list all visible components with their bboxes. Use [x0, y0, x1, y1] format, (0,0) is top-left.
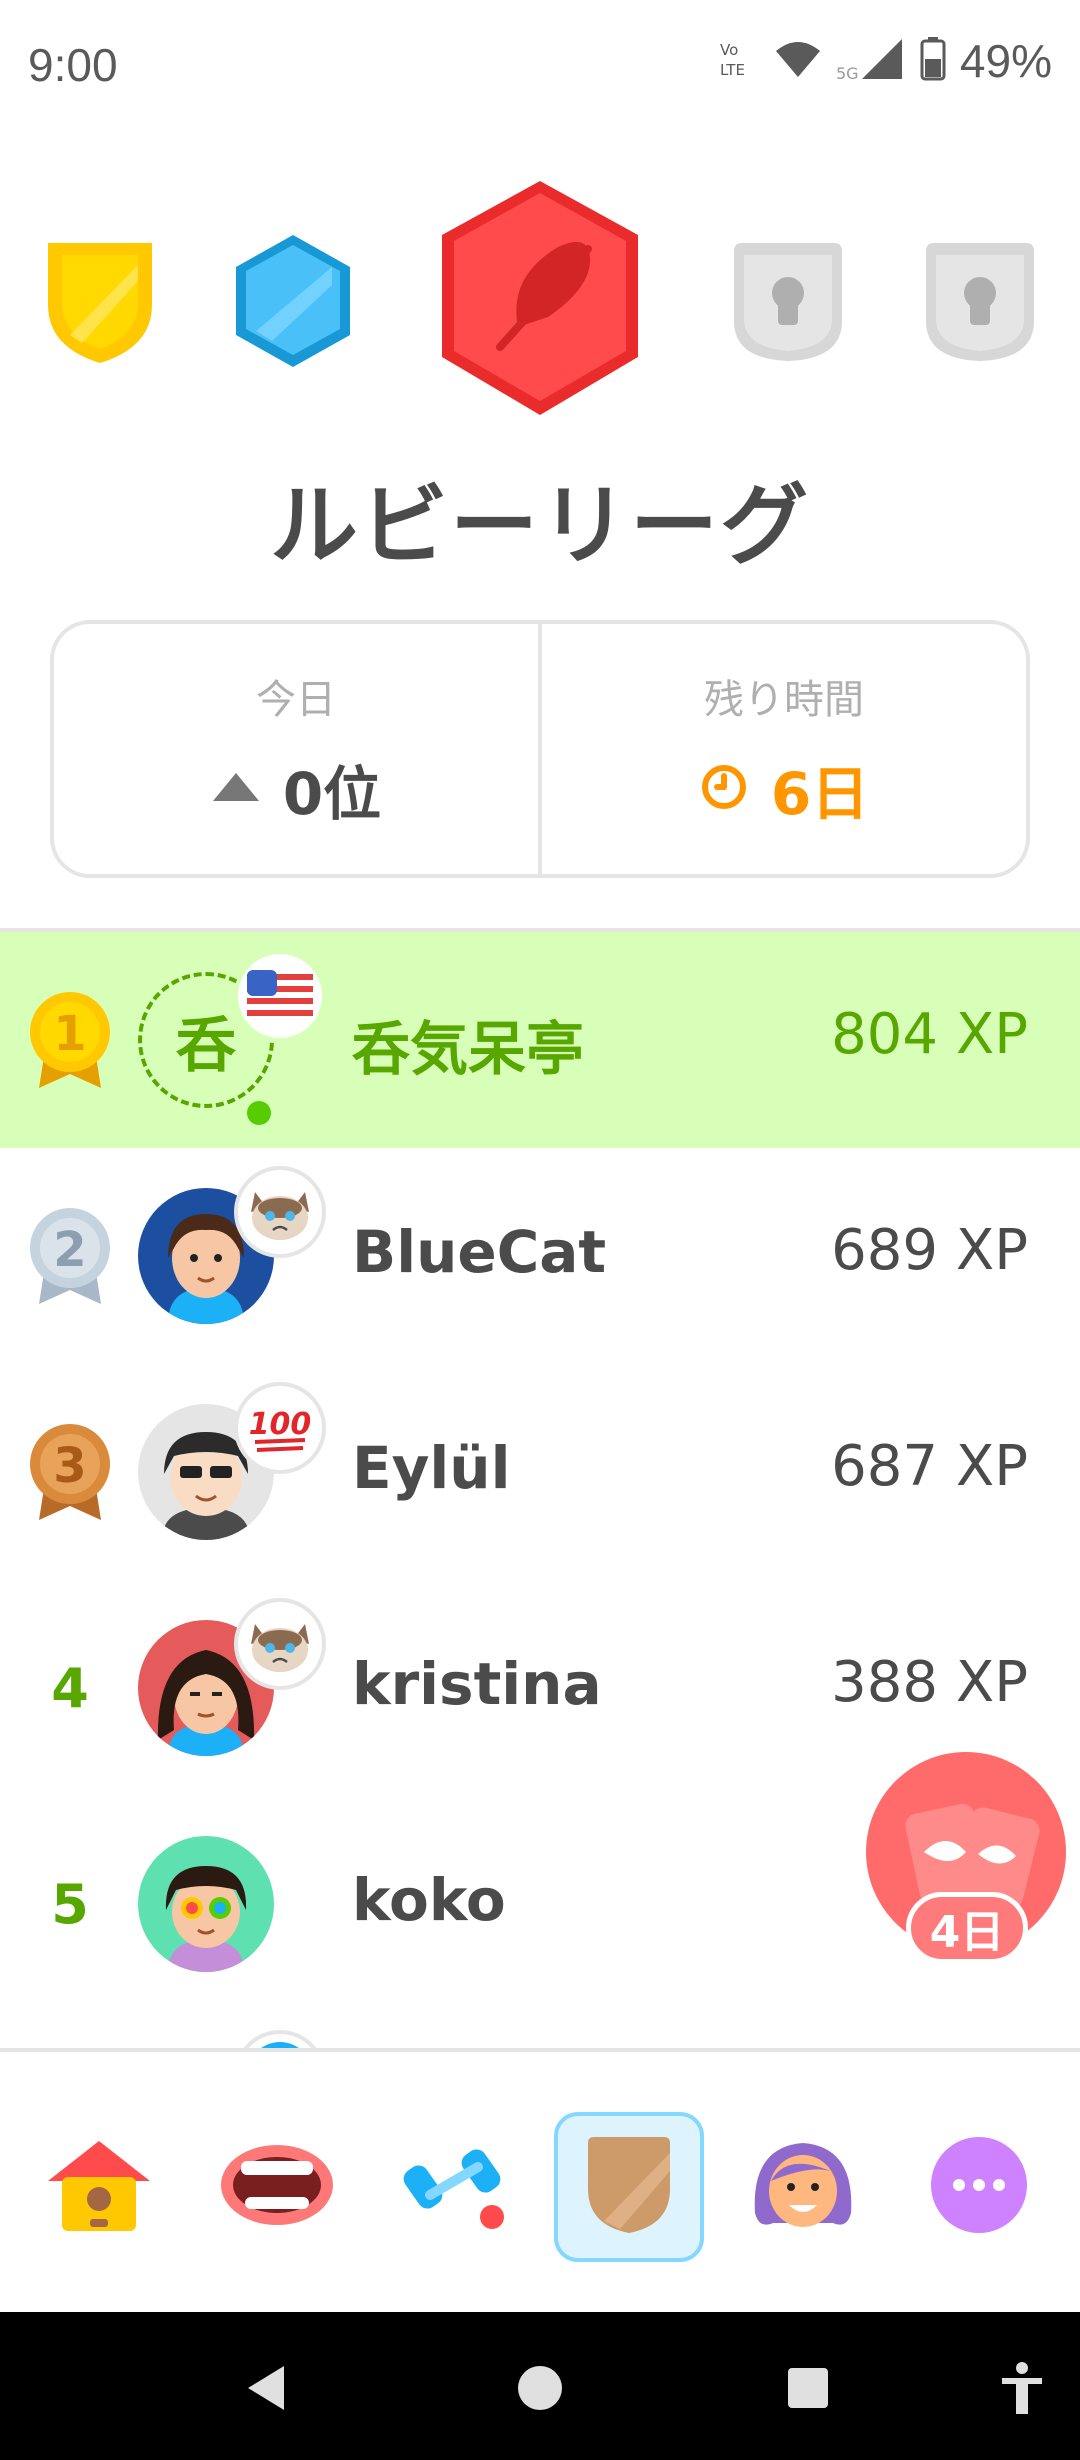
user-avatar[interactable]	[138, 1836, 274, 1972]
rank-up-arrow-icon	[211, 771, 261, 807]
gold-medal-icon: 1	[20, 990, 120, 1090]
svg-text:2: 2	[53, 1222, 86, 1278]
back-icon[interactable]	[244, 2364, 288, 2416]
nav-leagues[interactable]	[554, 2112, 704, 2262]
nav-practice[interactable]	[380, 2112, 530, 2262]
home-circle-icon[interactable]	[516, 2364, 564, 2416]
today-label: 今日	[256, 677, 336, 723]
league-title: ルビーリーグ	[269, 474, 810, 577]
grumpy-cat-icon	[234, 1598, 326, 1690]
accessibility-icon[interactable]	[998, 2360, 1046, 2420]
xp-value: 689 XP	[831, 1218, 1028, 1283]
username: BlueCat	[352, 1218, 607, 1286]
silver-medal-icon: 2	[20, 1206, 120, 1306]
grumpy-cat-icon	[234, 1166, 326, 1258]
svg-text:100: 100	[249, 1407, 312, 1442]
xp-value: 388 XP	[831, 1650, 1028, 1715]
nav-speak[interactable]	[202, 2112, 352, 2262]
rank-number: 5	[51, 1872, 89, 1936]
xp-value: 804 XP	[831, 1002, 1028, 1067]
rank-number: 4	[51, 1656, 89, 1720]
time-left-value: 6日	[770, 760, 870, 828]
volte-icon: Vo LTE	[718, 39, 760, 83]
sapphire-league-badge-icon	[232, 231, 354, 375]
recents-icon[interactable]	[786, 2366, 830, 2414]
cell-signal-icon: 5G	[836, 37, 906, 85]
time-left-cell: 残り時間 6日	[538, 624, 1026, 874]
online-indicator	[242, 1096, 276, 1130]
wifi-icon	[774, 39, 822, 83]
battery-percent: 49%	[959, 35, 1052, 87]
svg-text:5G: 5G	[836, 64, 859, 81]
status-time: 9:00	[28, 39, 118, 91]
profile-avatar-icon	[747, 2133, 859, 2241]
time-left-label: 残り時間	[704, 677, 864, 723]
nav-home[interactable]	[24, 2112, 174, 2262]
svg-text:1: 1	[53, 1006, 86, 1062]
hundred-points-icon: 100	[234, 1382, 326, 1474]
svg-text:3: 3	[53, 1438, 86, 1494]
today-rank-value: 0位	[282, 760, 382, 828]
more-icon	[929, 2135, 1029, 2239]
dumbbell-icon	[400, 2135, 510, 2239]
event-timer-label: 4日	[906, 1892, 1028, 1964]
league-badges	[0, 175, 1080, 435]
bottom-nav	[0, 2052, 1080, 2312]
gold-league-badge-icon	[40, 235, 160, 369]
xp-value: 687 XP	[831, 1434, 1028, 1499]
nav-profile[interactable]	[728, 2112, 878, 2262]
birdhouse-icon	[44, 2135, 154, 2239]
status-bar: 9:00 Vo LTE 5G 49%	[0, 0, 1080, 130]
leaderboard-row-me[interactable]: 1 呑 呑気呆亭 804 XP	[0, 932, 1080, 1148]
username: kristina	[352, 1650, 602, 1718]
status-icons: Vo LTE 5G 49%	[718, 34, 1052, 88]
leaderboard-row[interactable]: 3 100 Eylül 687 XP	[0, 1364, 1080, 1580]
stats-card: 今日 0位 残り時間 6日	[50, 620, 1030, 878]
svg-text:Vo: Vo	[720, 41, 738, 59]
bronze-medal-icon: 3	[20, 1422, 120, 1522]
ruby-league-badge-icon	[438, 177, 642, 427]
clock-icon	[699, 762, 749, 816]
username: 呑気呆亭	[352, 1015, 585, 1083]
locked-league-badge-icon	[728, 237, 848, 371]
leaderboard-row[interactable]: 2 BlueCat 689 XP	[0, 1148, 1080, 1364]
battery-icon	[920, 37, 946, 85]
mouth-icon	[219, 2143, 335, 2231]
nav-more[interactable]	[904, 2112, 1054, 2262]
us-flag-icon	[234, 950, 326, 1042]
svg-text:LTE: LTE	[720, 61, 745, 79]
system-navigation-bar	[0, 2312, 1080, 2460]
username: Eylül	[352, 1434, 511, 1502]
today-rank-cell: 今日 0位	[54, 624, 538, 874]
shield-icon	[584, 2133, 674, 2241]
locked-league-badge-icon	[920, 237, 1040, 371]
username: koko	[352, 1866, 506, 1934]
